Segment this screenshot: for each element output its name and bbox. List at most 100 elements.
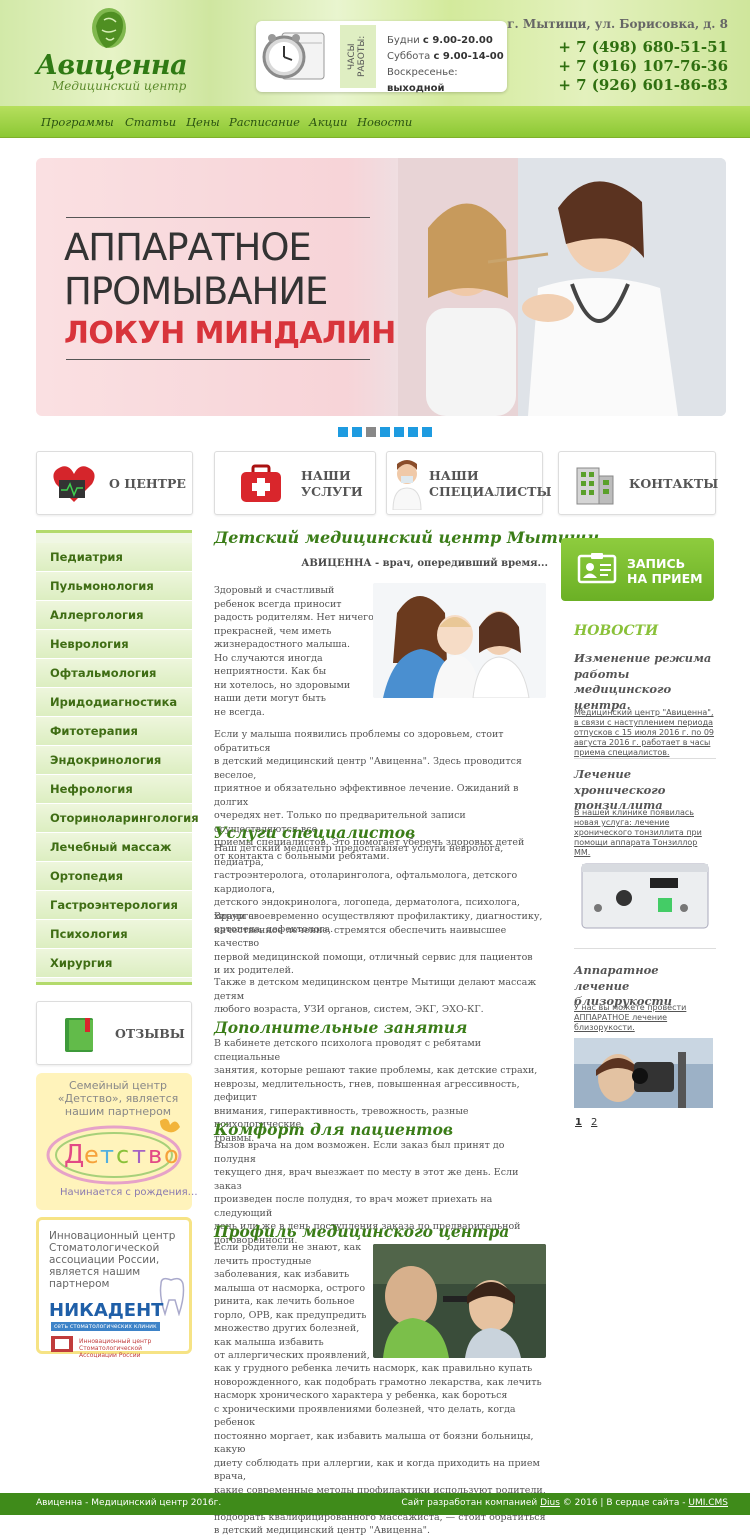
partner-nikadent[interactable]: Инновационный центр Стоматологической ас…	[36, 1217, 192, 1359]
first-aid-kit-icon	[241, 464, 281, 502]
sidebar-item-psychology[interactable]: Психология	[36, 920, 192, 949]
page-title: Детский медицинский центр Мытищи	[214, 528, 600, 547]
logo-subtitle: Медицинский центр	[52, 79, 187, 93]
profile-long-line: в детский медицинский центр "Авиценна".	[214, 1525, 431, 1536]
slider-dot-3[interactable]	[366, 427, 376, 437]
detstvo-logo: Д е т с т в о	[46, 1118, 182, 1185]
banner-line-1: АППАРАТНОЕ	[64, 226, 312, 269]
section-services-title: Услуги специалистов	[214, 823, 416, 842]
slider-dot-7[interactable]	[422, 427, 432, 437]
profile-short-line: множество других болезней,	[214, 1323, 360, 1334]
profile-short-line: ринита, как лечить больное	[214, 1296, 355, 1307]
sidebar-item-allergology[interactable]: Аллергология	[36, 601, 192, 630]
reviews-label: ОТЗЫВЫ	[115, 1026, 185, 1041]
footer-dev-link[interactable]: Dius	[540, 1498, 560, 1508]
book-icon	[65, 1018, 93, 1052]
sidebar-item-nephrology[interactable]: Нефрология	[36, 775, 192, 804]
slider-dot-4[interactable]	[380, 427, 390, 437]
nav-prices[interactable]: Цены	[186, 115, 220, 129]
slider-dot-1[interactable]	[338, 427, 348, 437]
reviews-tile[interactable]: ОТЗЫВЫ	[36, 1001, 192, 1065]
nav-programs[interactable]: Программы	[41, 115, 114, 129]
tile-specialists-label: НАШИ СПЕЦИАЛИСТЫ	[429, 468, 552, 499]
profile-paragraph-short: Если родители не знают, как лечить просту…	[214, 1241, 374, 1363]
main-nav: Программы Статьи Цены Расписание Акции Н…	[0, 106, 750, 138]
sidebar-item-iridodiagnostics[interactable]: Иридодиагностика	[36, 688, 192, 717]
tile-contacts-label: КОНТАКТЫ	[629, 476, 719, 491]
tile-about[interactable]: О ЦЕНТРЕ	[36, 451, 193, 515]
sidebar-item-neurology[interactable]: Неврология	[36, 630, 192, 659]
comfort-line: текущего дня, врач выезжает по месту в э…	[214, 1167, 519, 1192]
news-item-2-body[interactable]: В нашей клинике появилась новая услуга: …	[574, 808, 716, 858]
sidebar-item-pediatrics[interactable]: Педиатрия	[36, 543, 192, 572]
slider-dot-2[interactable]	[352, 427, 362, 437]
intro-line: Но случаются иногда	[214, 652, 323, 664]
services-1-line: гастроэнтеролога, отоларинголога, офталь…	[214, 870, 518, 895]
logo-title[interactable]: Авиценна	[36, 50, 188, 81]
tile-specialists[interactable]: НАШИ СПЕЦИАЛИСТЫ	[386, 451, 552, 515]
intro-line: Здоровый и счастливый	[214, 585, 335, 596]
id-card-icon	[577, 553, 617, 584]
appointment-button[interactable]: ЗАПИСЬ НА ПРИЕМ	[561, 538, 714, 601]
news-item-1-body[interactable]: Медицинский центр "Авиценна", в связи с …	[574, 708, 716, 758]
profile-short-line: от аллергических проявлений,	[214, 1350, 370, 1361]
news-item-3-body[interactable]: У нас вы можете провести АППАРАТНОЕ лече…	[574, 1003, 716, 1033]
nav-schedule[interactable]: Расписание	[229, 115, 300, 129]
sidebar-item-ophthalmology[interactable]: Офтальмология	[36, 659, 192, 688]
doctor-child-photo	[398, 158, 726, 416]
footer-cms-link[interactable]: UMI.CMS	[688, 1498, 728, 1508]
hero-banner[interactable]: АППАРАТНОЕ ПРОМЫВАНИЕ ЛОКУН МИНДАЛИН	[36, 158, 726, 416]
sidebar-item-orthopedics[interactable]: Ортопедия	[36, 862, 192, 891]
address: г. Мытищи, ул. Борисовка, д. 8	[507, 17, 728, 31]
eye-exam-photo	[574, 1038, 713, 1108]
sidebar-item-endocrinology[interactable]: Эндокринология	[36, 746, 192, 775]
banner-line-3: ЛОКУН МИНДАЛИН	[64, 316, 396, 351]
intro-line: неприятности. Как бы	[214, 666, 327, 677]
profile-short-line: горло, ОРВ, как предупредить	[214, 1309, 367, 1321]
nav-articles[interactable]: Статьи	[125, 115, 176, 129]
slider-dot-5[interactable]	[394, 427, 404, 437]
sidebar-item-pulmonology[interactable]: Пульмонология	[36, 572, 192, 601]
news-page-2[interactable]: 2	[591, 1117, 597, 1128]
services-2-line: Врачи своевременно осуществляют профилак…	[214, 911, 543, 922]
profile-long-line: как у грудного ребенка лечить насморк, к…	[214, 1363, 533, 1374]
intro-2-line: Если у малыша появились проблемы со здор…	[214, 729, 504, 754]
hours-weekdays: Будни с 9.00-20.00	[387, 35, 493, 46]
sidebar-item-massage[interactable]: Лечебный массаж	[36, 833, 192, 862]
services-paragraph-2: Врачи своевременно осуществляют профилак…	[214, 910, 548, 978]
services-3-line: любого возраста, УЗИ органов, систем, ЭК…	[214, 1004, 484, 1015]
banner-rule-bottom	[66, 359, 370, 360]
phone-2[interactable]: + 7 (916) 107-76-36	[558, 57, 728, 75]
phone-3[interactable]: + 7 (926) 601-86-83	[558, 76, 728, 94]
profile-short-line: лечить простудные	[214, 1255, 312, 1267]
sidebar-item-phytotherapy[interactable]: Фитотерапия	[36, 717, 192, 746]
phone-1[interactable]: + 7 (498) 680-51-51	[558, 38, 728, 56]
intro-line: прекрасней, чем иметь	[214, 625, 332, 637]
slider-dot-6[interactable]	[408, 427, 418, 437]
news-heading: НОВОСТИ	[574, 623, 659, 639]
news-page-1[interactable]: 1	[575, 1117, 582, 1128]
section-comfort-title: Комфорт для пациентов	[214, 1120, 454, 1139]
footer-credits: Сайт разработан компанией Dius © 2016 | …	[401, 1498, 728, 1508]
sidebar-item-otolaryngology[interactable]: Оториноларингология	[36, 804, 199, 833]
nav-news[interactable]: Новости	[357, 115, 412, 129]
news-item-1-title[interactable]: Изменение режима работы медицинского цен…	[574, 651, 716, 713]
child-ear-exam-photo	[373, 1244, 546, 1358]
news-item-2-title[interactable]: Лечение хронического тонзиллита	[574, 767, 716, 814]
tile-services[interactable]: НАШИ УСЛУГИ	[214, 451, 376, 515]
partner-detstvo-text: Семейный центр «Детство», является нашим…	[57, 1079, 179, 1118]
svg-text:т: т	[100, 1141, 114, 1169]
sidebar-item-surgery[interactable]: Хирургия	[36, 949, 192, 978]
avicenna-portrait-icon	[92, 8, 126, 48]
nikadent-sub: сеть стоматологических клиник	[51, 1322, 160, 1331]
page-tagline: АВИЦЕННА - врач, опередивший время...	[301, 558, 548, 569]
intro-line: не всегда.	[214, 706, 265, 718]
sidebar-item-gastroenterology[interactable]: Гастроэнтерология	[36, 891, 192, 920]
partner-detstvo[interactable]: Семейный центр «Детство», является нашим…	[36, 1073, 198, 1210]
tile-contacts[interactable]: КОНТАКТЫ	[558, 451, 719, 515]
nav-promotions[interactable]: Акции	[309, 115, 347, 129]
profile-short-line: заболевания, как избавить	[214, 1269, 350, 1280]
appointment-label: ЗАПИСЬ НА ПРИЕМ	[627, 556, 703, 586]
svg-text:е: е	[84, 1141, 99, 1169]
profile-long-line: с хроническими проявлениями болезней, чт…	[214, 1403, 516, 1429]
